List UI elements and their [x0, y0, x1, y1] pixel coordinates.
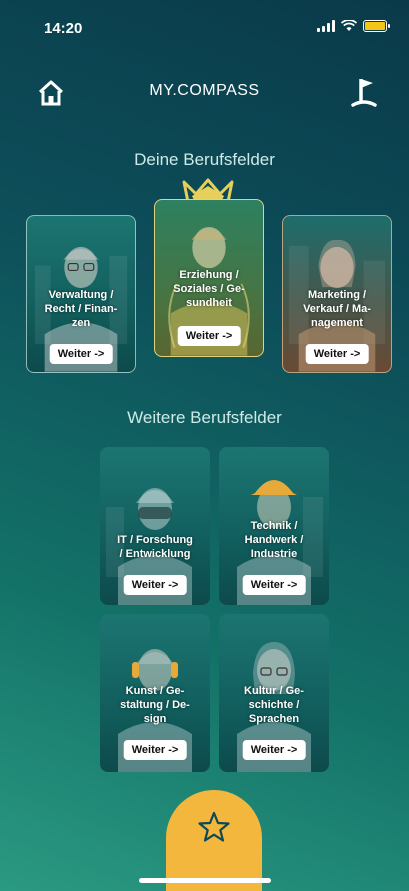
- career-card-it[interactable]: IT / Forschung / Entwicklung Weiter ->: [100, 447, 210, 605]
- flag-icon[interactable]: [349, 76, 379, 108]
- app-title: MY.COMPASS: [149, 82, 260, 99]
- status-time: 14:20: [44, 20, 83, 37]
- weiter-button[interactable]: Weiter ->: [177, 326, 241, 346]
- favorites-button[interactable]: [166, 790, 262, 891]
- signal-icon: [317, 20, 335, 32]
- section-title-secondary: Weitere Berufsfelder: [127, 408, 282, 427]
- section-title-primary: Deine Berufsfelder: [134, 150, 275, 169]
- card-label: Kunst / Ge- staltung / De- sign: [120, 685, 190, 725]
- career-card-marketing[interactable]: Marketing / Verkauf / Ma- nagement Weite…: [282, 215, 392, 373]
- career-card-kultur[interactable]: Kultur / Ge- schichte / Sprachen Weiter …: [219, 614, 329, 772]
- status-icons: [317, 20, 390, 32]
- career-card-technik[interactable]: Technik / Handwerk / Industrie Weiter ->: [219, 447, 329, 605]
- career-card-verwaltung[interactable]: Verwaltung / Recht / Finan- zen Weiter -…: [26, 215, 136, 373]
- weiter-button[interactable]: Weiter ->: [123, 575, 187, 595]
- card-label: Erziehung / Soziales / Ge- sundheit: [173, 269, 245, 309]
- weiter-button[interactable]: Weiter ->: [49, 344, 113, 364]
- nav-bar: MY.COMPASS: [0, 72, 409, 112]
- card-label: IT / Forschung / Entwicklung: [117, 534, 193, 560]
- weiter-button[interactable]: Weiter ->: [242, 740, 306, 760]
- weiter-button[interactable]: Weiter ->: [123, 740, 187, 760]
- home-indicator: [139, 878, 271, 883]
- card-label: Kultur / Ge- schichte / Sprachen: [244, 685, 304, 725]
- battery-icon: [363, 20, 390, 32]
- card-label: Verwaltung / Recht / Finan- zen: [44, 289, 118, 329]
- card-label: Technik / Handwerk / Industrie: [244, 520, 304, 560]
- career-card-kunst[interactable]: Kunst / Ge- staltung / De- sign Weiter -…: [100, 614, 210, 772]
- weiter-button[interactable]: Weiter ->: [242, 575, 306, 595]
- wifi-icon: [341, 20, 357, 31]
- star-icon: [198, 811, 230, 842]
- status-bar: 14:20: [0, 0, 409, 44]
- card-label: Marketing / Verkauf / Ma- nagement: [303, 289, 371, 329]
- career-card-erziehung[interactable]: Erziehung / Soziales / Ge- sundheit Weit…: [154, 199, 264, 357]
- weiter-button[interactable]: Weiter ->: [305, 344, 369, 364]
